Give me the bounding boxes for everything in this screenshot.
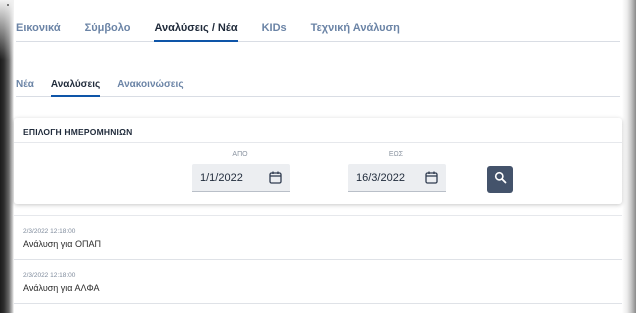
sub-tabs: Νέα Αναλύσεις Ανακοινώσεις (16, 78, 620, 97)
result-title[interactable]: Ανάλυση για ΑΛΦΑ (23, 283, 622, 293)
result-date: 2/3/2022 12:18:00 (23, 272, 76, 279)
tab-analyseis-nea[interactable]: Αναλύσεις / Νέα (154, 18, 238, 42)
tab-symvolo[interactable]: Σύμβολο (85, 18, 131, 42)
tab-texniki-analysi[interactable]: Τεχνική Ανάλυση (311, 18, 400, 42)
subtab-nea[interactable]: Νέα (16, 78, 34, 97)
to-date-label: ΕΩΣ (388, 151, 404, 158)
window-edge-shadow-right (622, 0, 636, 313)
date-selection-title: ΕΠΙΛΟΓΗ ΗΜΕΡΟΜΗΝΙΩΝ (23, 127, 133, 137)
tab-eikonika[interactable]: Εικονικά (16, 18, 61, 42)
calendar-icon[interactable] (268, 171, 282, 185)
list-item[interactable]: 2/3/2022 12:18:00 Ανάλυση για ΑΛΦΑ (14, 260, 622, 304)
from-date-value: 1/1/2022 (200, 171, 243, 184)
result-title[interactable]: Ανάλυση για ΟΠΑΠ (23, 239, 622, 249)
card-divider (14, 142, 622, 143)
tab-kids[interactable]: KIDs (262, 18, 287, 42)
main-tabs: Εικονικά Σύμβολο Αναλύσεις / Νέα KIDs Τε… (16, 18, 620, 42)
to-date-value: 16/3/2022 (356, 171, 405, 184)
corner-dot (7, 4, 9, 6)
from-date-field[interactable]: 1/1/2022 (192, 164, 290, 192)
search-button[interactable] (487, 166, 513, 193)
subtab-anakoinoseis[interactable]: Ανακοινώσεις (117, 78, 183, 97)
window-edge-highlight (0, 0, 14, 60)
list-item[interactable]: 2/3/2022 12:18:00 Ανάλυση για ΟΠΑΠ (14, 216, 622, 260)
to-date-field[interactable]: 16/3/2022 (348, 164, 446, 192)
date-selection-card: ΕΠΙΛΟΓΗ ΗΜΕΡΟΜΗΝΙΩΝ ΑΠΟ 1/1/2022 ΕΩΣ 16/… (14, 118, 622, 204)
subtab-analyseis[interactable]: Αναλύσεις (50, 78, 101, 97)
result-date: 2/3/2022 12:18:00 (23, 228, 76, 235)
from-date-label: ΑΠΟ (232, 151, 248, 158)
search-icon (494, 171, 507, 189)
calendar-icon[interactable] (424, 171, 438, 185)
results-list: 2/3/2022 12:18:00 Ανάλυση για ΟΠΑΠ 2/3/2… (14, 216, 622, 304)
